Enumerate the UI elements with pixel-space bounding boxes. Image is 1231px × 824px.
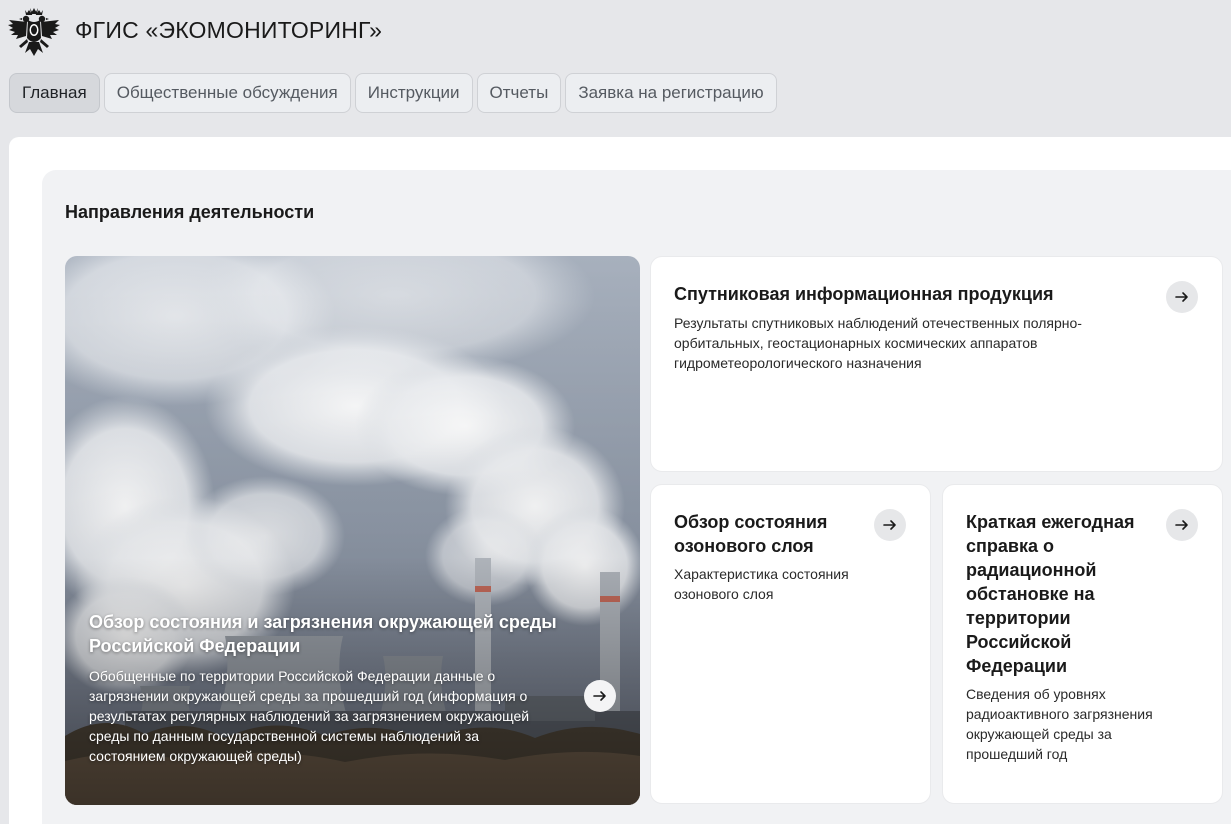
arrow-right-icon xyxy=(593,691,606,701)
radiation-arrow-button[interactable] xyxy=(1166,509,1198,541)
satellite-products-card[interactable]: Спутниковая информационная продукция Рез… xyxy=(650,256,1223,472)
tab-reports[interactable]: Отчеты xyxy=(476,73,562,113)
card-description: Результаты спутниковых наблюдений отечес… xyxy=(674,315,1082,371)
arrow-right-icon xyxy=(1175,520,1188,530)
activity-directions-section: Направления деятельности Обзор состояния… xyxy=(42,170,1231,824)
hero-description: Обобщенные по территории Российской Феде… xyxy=(89,668,530,764)
emblem-logo-icon[interactable] xyxy=(7,8,61,58)
hero-title: Обзор состояния и загрязнения окружающей… xyxy=(89,612,557,656)
main-content: Направления деятельности Обзор состояния… xyxy=(9,137,1231,824)
arrow-right-icon xyxy=(1175,292,1188,302)
tab-public-discussions[interactable]: Общественные обсуждения xyxy=(103,73,351,113)
arrow-right-icon xyxy=(883,520,896,530)
card-title: Краткая ежегодная справка о радиационной… xyxy=(966,512,1135,676)
hero-arrow-button[interactable] xyxy=(584,680,616,712)
ozone-arrow-button[interactable] xyxy=(874,509,906,541)
site-header: ФГИС «ЭКОМОНИТОРИНГ» xyxy=(0,0,1231,64)
tab-home[interactable]: Главная xyxy=(9,73,100,113)
satellite-arrow-button[interactable] xyxy=(1166,281,1198,313)
card-description: Сведения об уровнях радиоактивного загря… xyxy=(966,686,1153,762)
tab-instructions[interactable]: Инструкции xyxy=(354,73,473,113)
card-description: Характеристика состояния озонового слоя xyxy=(674,566,849,602)
section-title: Направления деятельности xyxy=(65,202,315,222)
tab-registration-request[interactable]: Заявка на регистрацию xyxy=(565,73,777,113)
main-nav: Главная Общественные обсуждения Инструкц… xyxy=(9,73,777,113)
card-title: Спутниковая информационная продукция xyxy=(674,284,1054,304)
environment-review-card[interactable]: Обзор состояния и загрязнения окружающей… xyxy=(65,256,640,805)
radiation-report-card[interactable]: Краткая ежегодная справка о радиационной… xyxy=(942,484,1223,804)
site-title: ФГИС «ЭКОМОНИТОРИНГ» xyxy=(75,17,383,43)
card-title: Обзор состояния озонового слоя xyxy=(674,512,828,556)
ozone-layer-card[interactable]: Обзор состояния озонового слоя Характери… xyxy=(650,484,931,804)
